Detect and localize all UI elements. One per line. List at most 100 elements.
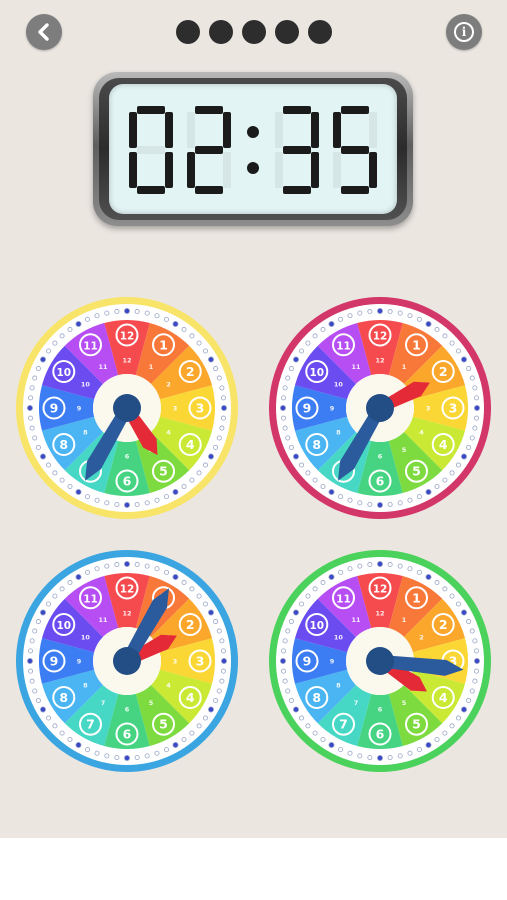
hour-number: 4 [431, 686, 455, 709]
minute-label: 5 [402, 446, 407, 454]
hour-number: 12 [115, 576, 139, 600]
svg-text:10: 10 [56, 367, 71, 379]
minute-label: 11 [98, 616, 108, 624]
info-icon: i [454, 22, 474, 42]
svg-text:10: 10 [309, 367, 324, 379]
hour-number: 7 [79, 712, 102, 736]
svg-text:2: 2 [439, 617, 448, 632]
hour-number: 5 [152, 712, 175, 736]
game-screen: i 121234567891011121234567891011 1212345… [0, 0, 507, 838]
svg-text:4: 4 [439, 437, 448, 452]
minute-label: 7 [354, 699, 359, 707]
hour-number: 12 [368, 576, 392, 600]
svg-text:2: 2 [439, 364, 448, 379]
hour-number: 11 [332, 333, 355, 357]
hour-number: 8 [305, 686, 329, 709]
minute-label: 4 [166, 682, 171, 690]
hour-number: 5 [405, 459, 428, 483]
svg-text:4: 4 [439, 690, 448, 705]
hour-number: 1 [405, 333, 428, 357]
info-button[interactable]: i [446, 14, 482, 50]
svg-text:1: 1 [412, 590, 421, 605]
hour-number: 6 [368, 469, 392, 493]
svg-text:8: 8 [59, 690, 68, 705]
minute-label: 10 [334, 381, 344, 389]
minute-label: 3 [173, 405, 178, 413]
minute-label: 11 [351, 616, 361, 624]
svg-text:6: 6 [123, 474, 132, 489]
svg-text:11: 11 [83, 340, 98, 352]
hour-number: 4 [178, 686, 202, 709]
hour-number: 1 [152, 333, 175, 357]
svg-text:9: 9 [50, 654, 59, 669]
minute-label: 7 [101, 699, 106, 707]
info-glyph: i [461, 25, 467, 39]
chevron-left-icon [38, 23, 49, 41]
svg-text:1: 1 [412, 337, 421, 352]
hour-number: 8 [305, 433, 329, 456]
minute-label: 12 [122, 610, 131, 618]
svg-text:7: 7 [86, 717, 95, 732]
minute-label: 8 [83, 682, 88, 690]
progress-dot [176, 20, 200, 44]
minute-label: 8 [336, 682, 341, 690]
svg-text:10: 10 [56, 620, 71, 632]
svg-text:12: 12 [120, 331, 135, 343]
digital-digit [333, 106, 377, 194]
minute-label: 9 [330, 658, 335, 666]
hour-number: 9 [295, 649, 319, 673]
minute-label: 3 [426, 405, 431, 413]
svg-text:12: 12 [120, 584, 135, 596]
minute-label: 11 [351, 363, 361, 371]
minute-label: 10 [334, 634, 344, 642]
progress-dot [209, 20, 233, 44]
minute-label: 4 [166, 429, 171, 437]
digital-clock [93, 72, 413, 226]
svg-text:5: 5 [159, 464, 168, 479]
hour-number: 5 [152, 459, 175, 483]
hour-number: 11 [332, 586, 355, 610]
minute-label: 2 [419, 634, 424, 642]
progress-dot [242, 20, 266, 44]
hour-number: 9 [295, 396, 319, 420]
analog-clock-option-1[interactable]: 121234567891011121234567891011 [15, 296, 239, 520]
svg-text:7: 7 [339, 717, 348, 732]
progress-dots [176, 20, 332, 44]
analog-clock-option-4[interactable]: 121234567891011121234567891011 [268, 549, 492, 773]
hour-number: 2 [431, 613, 455, 636]
minute-label: 3 [173, 658, 178, 666]
hour-number: 8 [52, 686, 76, 709]
svg-text:3: 3 [196, 401, 205, 416]
svg-text:9: 9 [303, 401, 312, 416]
svg-text:10: 10 [309, 620, 324, 632]
bottom-blank-area [0, 838, 507, 900]
clock-hub [113, 394, 141, 422]
hour-number: 3 [441, 396, 465, 420]
analog-clock-option-3[interactable]: 121234567891011121234567891011 [15, 549, 239, 773]
back-button[interactable] [26, 14, 62, 50]
minute-label: 6 [125, 706, 130, 714]
hour-number: 11 [79, 333, 102, 357]
hour-number: 11 [79, 586, 102, 610]
hour-number: 12 [368, 323, 392, 347]
svg-text:11: 11 [83, 593, 98, 605]
hour-number: 1 [405, 586, 428, 610]
hour-number: 4 [431, 433, 455, 456]
minute-label: 12 [375, 610, 384, 618]
svg-text:6: 6 [376, 474, 385, 489]
hour-number: 10 [52, 360, 76, 383]
minute-label: 2 [166, 381, 171, 389]
minute-label: 6 [125, 453, 130, 461]
hour-number: 3 [188, 396, 212, 420]
analog-clock-option-2[interactable]: 121234567891011121234567891011 [268, 296, 492, 520]
svg-text:12: 12 [373, 584, 388, 596]
hour-number: 2 [178, 360, 202, 383]
minute-label: 10 [81, 634, 91, 642]
hour-number: 8 [52, 433, 76, 456]
svg-text:9: 9 [303, 654, 312, 669]
svg-text:6: 6 [376, 727, 385, 742]
hour-number: 9 [42, 649, 66, 673]
digital-clock-display [109, 84, 397, 214]
minute-label: 9 [77, 658, 82, 666]
svg-text:2: 2 [186, 617, 195, 632]
